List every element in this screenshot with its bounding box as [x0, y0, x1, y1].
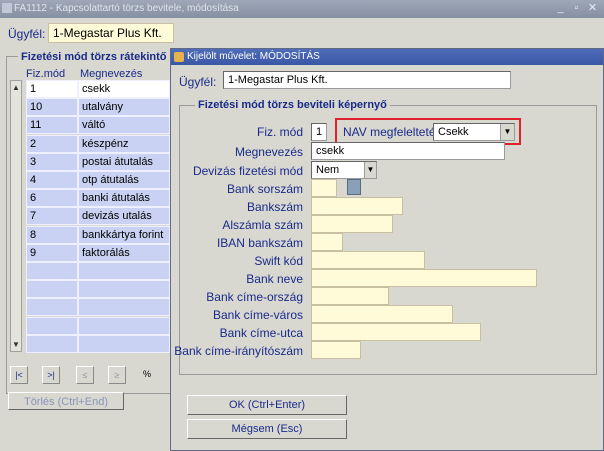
orszag-label: Bank címe-ország: [206, 290, 303, 304]
table-cell-name[interactable]: [78, 298, 170, 317]
bank-neve-label: Bank neve: [246, 272, 303, 286]
table-cell-name[interactable]: devizás utalás: [78, 207, 170, 226]
scroll-up-icon[interactable]: ▲: [12, 83, 20, 92]
back-window-title: FA1112 - Kapcsolattartó törzs bevitele, …: [14, 3, 239, 14]
table-cell-code[interactable]: 6: [26, 189, 78, 208]
bank-sorszam-label: Bank sorszám: [226, 182, 303, 196]
app-icon: [174, 52, 184, 62]
table-cell-code[interactable]: 1: [26, 80, 78, 98]
iban-field[interactable]: [311, 233, 343, 251]
front-dialog: Kijelölt művelet: MÓDOSÍTÁS Ügyfél: 1-Me…: [170, 48, 604, 451]
megnevezes-field[interactable]: csekk: [311, 142, 505, 160]
table-cell-name[interactable]: postai átutalás: [78, 152, 170, 171]
table-cell-code[interactable]: 11: [26, 116, 78, 135]
first-record-button[interactable]: |<: [10, 366, 28, 384]
chevron-down-icon[interactable]: ▼: [364, 162, 376, 178]
front-ugyfel-field[interactable]: 1-Megastar Plus Kft.: [223, 71, 511, 89]
front-ugyfel-label: Ügyfél:: [179, 75, 217, 89]
table-scrollbar[interactable]: ▲ ▼: [10, 80, 22, 352]
table-cell-code[interactable]: [26, 334, 78, 353]
table-cell-code[interactable]: 3: [26, 152, 78, 171]
table-cell-code[interactable]: [26, 316, 78, 335]
table-cell-name[interactable]: [78, 334, 170, 353]
table-cell-name[interactable]: otp átutalás: [78, 171, 170, 189]
table-cell-code[interactable]: [26, 262, 78, 280]
swift-field[interactable]: [311, 251, 425, 269]
bankszam-label: Bankszám: [246, 200, 303, 214]
nav-label: NAV megfeleltetés: [343, 125, 442, 139]
megnevezes-label: Megnevezés: [234, 145, 303, 159]
back-window-titlebar: FA1112 - Kapcsolattartó törzs bevitele, …: [0, 0, 604, 18]
swift-label: Swift kód: [254, 254, 303, 268]
table-cell-code[interactable]: 7: [26, 207, 78, 226]
utca-field[interactable]: [311, 323, 481, 341]
col-header-megnevezes: Megnevezés: [80, 68, 143, 80]
table-cell-name[interactable]: [78, 280, 170, 299]
table-cell-code[interactable]: 2: [26, 134, 78, 153]
nav-select[interactable]: Csekk ▼: [433, 123, 515, 141]
ugyfel-label: Ügyfél:: [8, 27, 46, 41]
table-cell-name[interactable]: utalvány: [78, 98, 170, 117]
table-cell-code[interactable]: 10: [26, 98, 78, 117]
table-cell-name[interactable]: bankkártya forint: [78, 225, 170, 244]
prev-record-button[interactable]: ≤: [76, 366, 94, 384]
bank-lookup-button[interactable]: [347, 179, 361, 195]
fizmod-label: Fiz. mód: [256, 125, 303, 139]
next-record-button[interactable]: ≥: [108, 366, 126, 384]
bank-sorszam-field[interactable]: [311, 179, 337, 197]
ok-button[interactable]: OK (Ctrl+Enter): [187, 395, 347, 415]
irsz-field[interactable]: [311, 341, 361, 359]
table-cell-name[interactable]: készpénz: [78, 134, 170, 153]
table-title: Fizetési mód törzs rátekintő k: [18, 51, 179, 63]
table-cell-code[interactable]: 4: [26, 171, 78, 189]
irsz-label: Bank címe-irányítószám: [174, 344, 303, 358]
orszag-field[interactable]: [311, 287, 389, 305]
app-icon: [2, 3, 12, 13]
last-record-button[interactable]: >|: [42, 366, 60, 384]
front-dialog-titlebar: Kijelölt művelet: MÓDOSÍTÁS: [171, 49, 603, 65]
restore-icon[interactable]: ▫: [570, 2, 583, 15]
table-cell-name[interactable]: faktorálás: [78, 243, 170, 262]
table-cell-code[interactable]: 9: [26, 243, 78, 262]
alszamla-field[interactable]: [311, 215, 393, 233]
chevron-down-icon[interactable]: ▼: [500, 124, 514, 140]
minimize-icon[interactable]: _: [554, 2, 567, 15]
close-icon[interactable]: ✕: [586, 2, 599, 15]
table-cell-name[interactable]: banki átutalás: [78, 189, 170, 208]
varos-field[interactable]: [311, 305, 453, 323]
deviza-select[interactable]: Nem ▼: [311, 161, 377, 179]
deviza-label: Devizás fizetési mód: [192, 164, 303, 178]
input-group-title: Fizetési mód törzs beviteli képernyő: [195, 99, 390, 111]
iban-label: IBAN bankszám: [216, 236, 303, 250]
bankszam-field[interactable]: [311, 197, 403, 215]
cancel-button[interactable]: Mégsem (Esc): [187, 419, 347, 439]
filter-button[interactable]: %: [138, 366, 156, 384]
varos-label: Bank címe-város: [212, 308, 303, 322]
col-header-fizmod: Fiz.mód: [26, 68, 66, 80]
nav-select-value: Csekk: [438, 126, 469, 138]
table-cell-code[interactable]: 8: [26, 225, 78, 244]
utca-label: Bank címe-utca: [219, 326, 303, 340]
table-cell-name[interactable]: csekk: [78, 80, 170, 98]
table-cell-code[interactable]: [26, 280, 78, 299]
deviza-select-value: Nem: [316, 164, 340, 176]
bank-neve-field[interactable]: [311, 269, 537, 287]
delete-button[interactable]: Törlés (Ctrl+End): [8, 392, 124, 410]
alszamla-label: Alszámla szám: [222, 218, 303, 232]
scroll-down-icon[interactable]: ▼: [12, 340, 20, 349]
fizmod-field[interactable]: 1: [311, 123, 327, 141]
ugyfel-field[interactable]: 1-Megastar Plus Kft.: [48, 23, 174, 43]
front-dialog-title: Kijelölt művelet: MÓDOSÍTÁS: [187, 51, 320, 62]
table-cell-name[interactable]: [78, 316, 170, 335]
table-cell-name[interactable]: [78, 262, 170, 280]
table-cell-name[interactable]: váltó: [78, 116, 170, 135]
table-cell-code[interactable]: [26, 298, 78, 317]
